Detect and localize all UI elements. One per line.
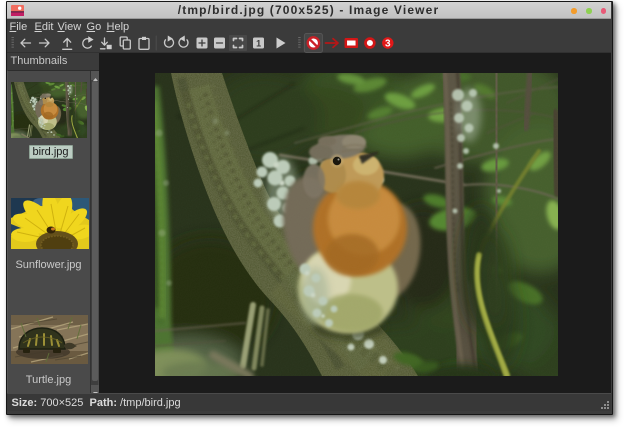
svg-text:1: 1 bbox=[256, 38, 261, 48]
svg-text:3: 3 bbox=[385, 38, 391, 49]
